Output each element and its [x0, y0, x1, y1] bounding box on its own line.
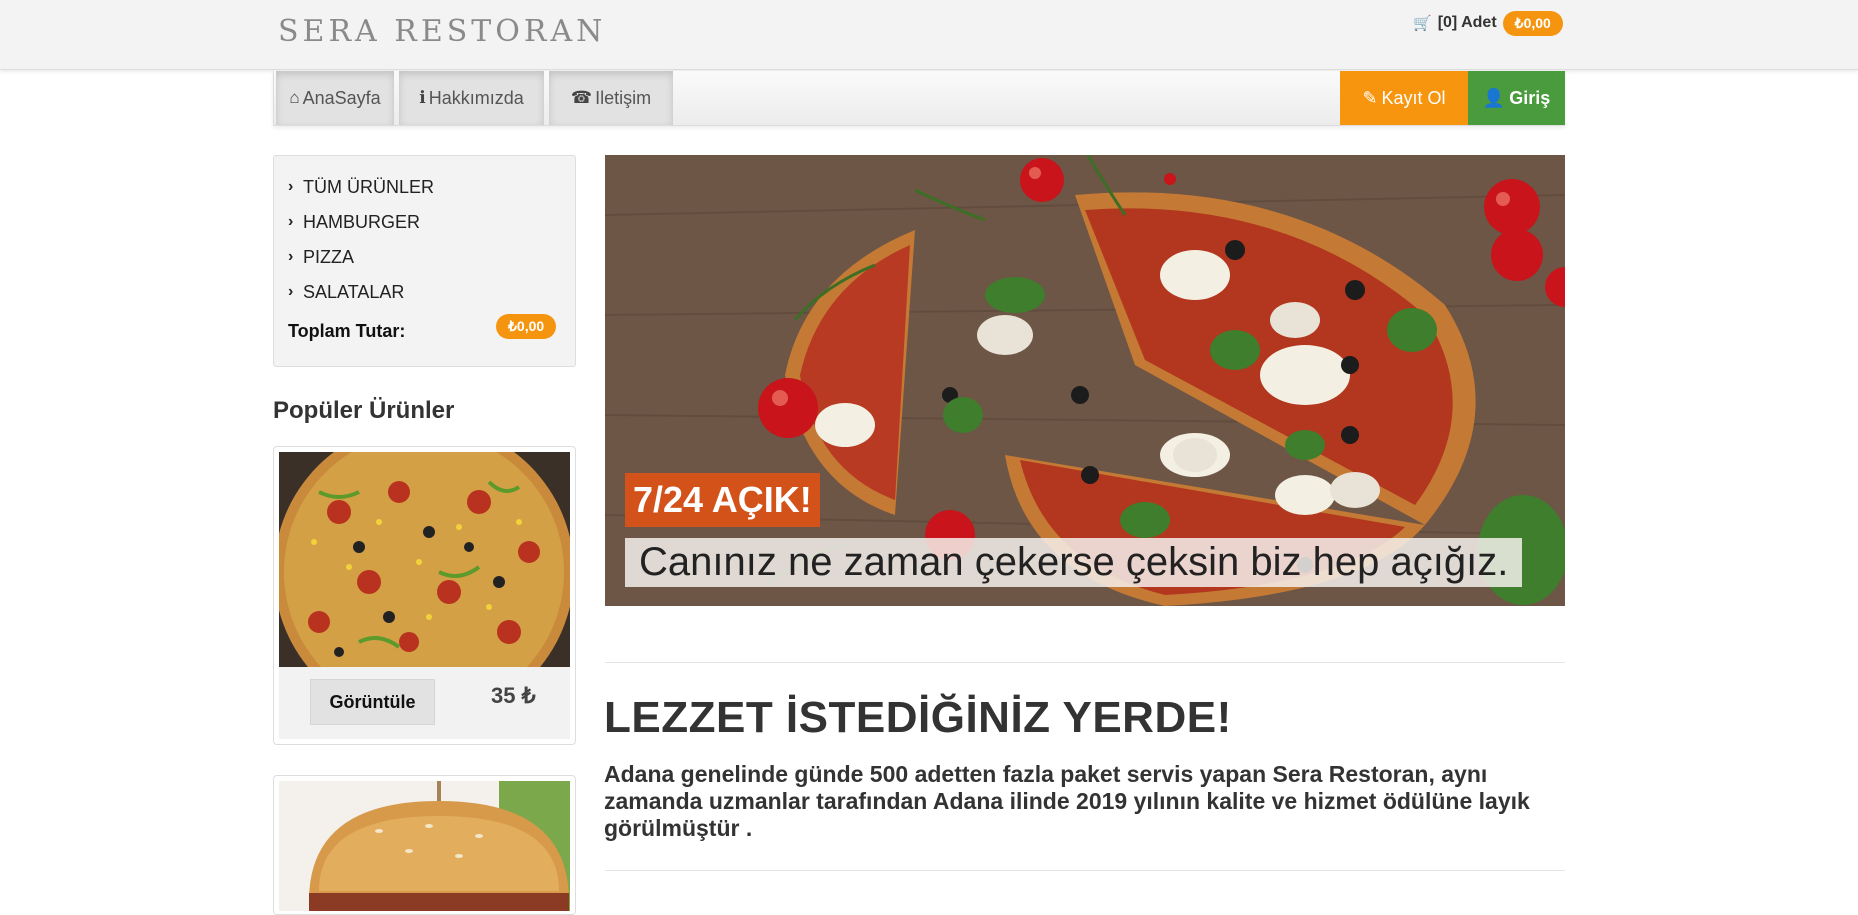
user-icon: 👤: [1482, 87, 1506, 108]
register-button[interactable]: ✎ Kayıt Ol: [1340, 71, 1468, 125]
cart-icon: 🛒: [1413, 15, 1432, 32]
nav-home-label: AnaSayfa: [302, 87, 381, 108]
category-label: HAMBURGER: [303, 211, 421, 232]
register-label: Kayıt Ol: [1381, 87, 1446, 108]
hero-caption: Canınız ne zaman çekerse çeksin biz hep …: [625, 538, 1523, 587]
cart-total-badge: ₺0,00: [1502, 10, 1563, 36]
category-label: TÜM ÜRÜNLER: [303, 176, 435, 197]
chevron-right-icon: ›: [288, 213, 294, 230]
hero-badge: 7/24 AÇIK!: [625, 473, 820, 527]
cart-count: [0] Adet: [1437, 14, 1497, 31]
main-navbar: ⌂ AnaSayfa ℹ Hakkımızda ☎ Iletişim ✎ Kay…: [273, 71, 1565, 126]
nav-contact[interactable]: ☎ Iletişim: [549, 71, 673, 125]
category-label: SALATALAR: [303, 281, 405, 302]
chevron-right-icon: ›: [288, 248, 294, 265]
product-card: [273, 775, 576, 915]
top-bar: SERA RESTORAN 🛒 [0] Adet ₺0,00: [0, 0, 1858, 70]
nav-about-label: Hakkımızda: [428, 87, 524, 108]
main-headline: LEZZET İSTEDİĞİNİZ YERDE!: [604, 693, 1232, 742]
category-label: PIZZA: [303, 246, 355, 267]
product-footer: Görüntüle 35 ₺: [279, 667, 570, 739]
category-salads[interactable]: › SALATALAR: [288, 280, 404, 304]
divider: [605, 870, 1565, 871]
chevron-right-icon: ›: [288, 283, 294, 300]
burger-product-image[interactable]: [279, 781, 570, 911]
cart-summary[interactable]: 🛒 [0] Adet ₺0,00: [1413, 10, 1563, 36]
product-card: Görüntüle 35 ₺: [273, 446, 576, 745]
nav-home[interactable]: ⌂ AnaSayfa: [276, 71, 394, 125]
nav-about[interactable]: ℹ Hakkımızda: [399, 71, 544, 125]
popular-products-title: Popüler Ürünler: [273, 397, 455, 424]
pizza-product-image[interactable]: [279, 452, 570, 667]
category-pizza[interactable]: › PIZZA: [288, 245, 354, 269]
hero-banner: 7/24 AÇIK! Canınız ne zaman çekerse çeks…: [605, 155, 1565, 606]
brand-logo[interactable]: SERA RESTORAN: [278, 14, 606, 49]
total-label: Toplam Tutar:: [288, 321, 406, 341]
category-all[interactable]: › TÜM ÜRÜNLER: [288, 175, 434, 199]
nav-contact-label: Iletişim: [595, 87, 652, 108]
chevron-right-icon: ›: [288, 178, 294, 195]
category-panel: › TÜM ÜRÜNLER › HAMBURGER › PIZZA › SALA…: [273, 155, 576, 367]
edit-icon: ✎: [1362, 87, 1378, 108]
main-description: Adana genelinde günde 500 adetten fazla …: [604, 761, 1530, 841]
total-badge: ₺0,00: [496, 314, 557, 339]
home-icon: ⌂: [289, 88, 300, 107]
product-price: 35 ₺: [491, 683, 536, 708]
login-label: Giriş: [1509, 87, 1551, 108]
divider: [605, 662, 1565, 663]
login-button[interactable]: 👤 Giriş: [1468, 71, 1565, 125]
view-product-button[interactable]: Görüntüle: [310, 679, 435, 725]
phone-icon: ☎: [570, 88, 593, 107]
category-hamburger[interactable]: › HAMBURGER: [288, 210, 420, 234]
info-icon: ℹ: [419, 88, 426, 107]
